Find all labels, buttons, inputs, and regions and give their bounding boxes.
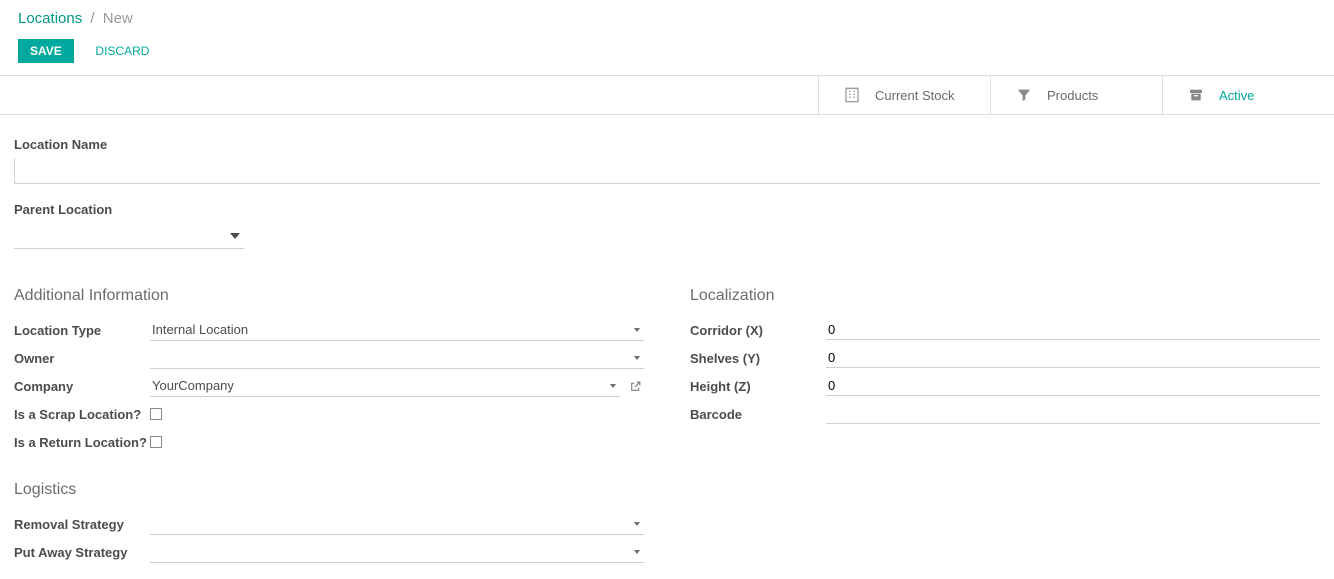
location-type-label: Location Type: [14, 323, 150, 338]
stat-active-label: Active: [1219, 88, 1254, 103]
section-logistics: Logistics: [14, 481, 644, 499]
height-input[interactable]: [826, 376, 1320, 396]
right-column: Localization Corridor (X) Shelves (Y) He…: [690, 287, 1320, 569]
company-label: Company: [14, 379, 150, 394]
breadcrumb: Locations / New: [18, 10, 1316, 27]
location-type-value: Internal Location: [152, 322, 248, 337]
stat-products-label: Products: [1047, 88, 1098, 103]
corridor-label: Corridor (X): [690, 323, 826, 338]
barcode-label: Barcode: [690, 407, 826, 422]
chevron-down-icon: [634, 522, 640, 526]
shelves-label: Shelves (Y): [690, 351, 826, 366]
breadcrumb-current: New: [103, 10, 133, 27]
location-type-select[interactable]: Internal Location: [150, 319, 644, 341]
shelves-input[interactable]: [826, 348, 1320, 368]
form-body: Location Name Parent Location Additional…: [0, 115, 1334, 579]
archive-icon: [1187, 86, 1205, 104]
chevron-down-icon: [634, 550, 640, 554]
height-label: Height (Z): [690, 379, 826, 394]
chevron-down-icon: [634, 328, 640, 332]
removal-strategy-select[interactable]: [150, 513, 644, 535]
scrap-location-checkbox[interactable]: [150, 408, 162, 420]
location-name-group: Location Name: [14, 137, 1320, 184]
location-name-label: Location Name: [14, 137, 1320, 152]
stat-products[interactable]: Products: [990, 76, 1162, 114]
chevron-down-icon: [634, 356, 640, 360]
page-header: Locations / New SAVE DISCARD: [0, 0, 1334, 76]
scrap-location-label: Is a Scrap Location?: [14, 407, 150, 422]
left-column: Additional Information Location Type Int…: [14, 287, 644, 569]
corridor-input[interactable]: [826, 320, 1320, 340]
owner-label: Owner: [14, 351, 150, 366]
return-location-checkbox[interactable]: [150, 436, 162, 448]
filter-icon: [1015, 86, 1033, 104]
stat-bar: Current Stock Products Active: [0, 76, 1334, 115]
parent-location-group: Parent Location: [14, 202, 1320, 249]
removal-strategy-label: Removal Strategy: [14, 517, 150, 532]
building-icon: [843, 86, 861, 104]
chevron-down-icon: [230, 233, 240, 239]
putaway-strategy-select[interactable]: [150, 541, 644, 563]
stat-current-stock-label: Current Stock: [875, 88, 954, 103]
breadcrumb-root[interactable]: Locations: [18, 10, 82, 27]
company-select[interactable]: YourCompany: [150, 375, 620, 397]
section-additional-info: Additional Information: [14, 287, 644, 305]
section-localization: Localization: [690, 287, 1320, 305]
chevron-down-icon: [610, 384, 616, 388]
external-link-icon[interactable]: [626, 380, 644, 393]
location-name-input[interactable]: [14, 158, 1320, 184]
stat-active[interactable]: Active: [1162, 76, 1334, 114]
discard-button[interactable]: DISCARD: [83, 39, 161, 63]
parent-location-dropdown[interactable]: [14, 223, 244, 249]
save-button[interactable]: SAVE: [18, 39, 74, 63]
company-value: YourCompany: [152, 378, 234, 393]
return-location-label: Is a Return Location?: [14, 435, 150, 450]
barcode-input[interactable]: [826, 404, 1320, 424]
breadcrumb-separator: /: [86, 10, 98, 27]
stat-current-stock[interactable]: Current Stock: [818, 76, 990, 114]
parent-location-label: Parent Location: [14, 202, 1320, 217]
putaway-strategy-label: Put Away Strategy: [14, 545, 150, 560]
owner-select[interactable]: [150, 347, 644, 369]
